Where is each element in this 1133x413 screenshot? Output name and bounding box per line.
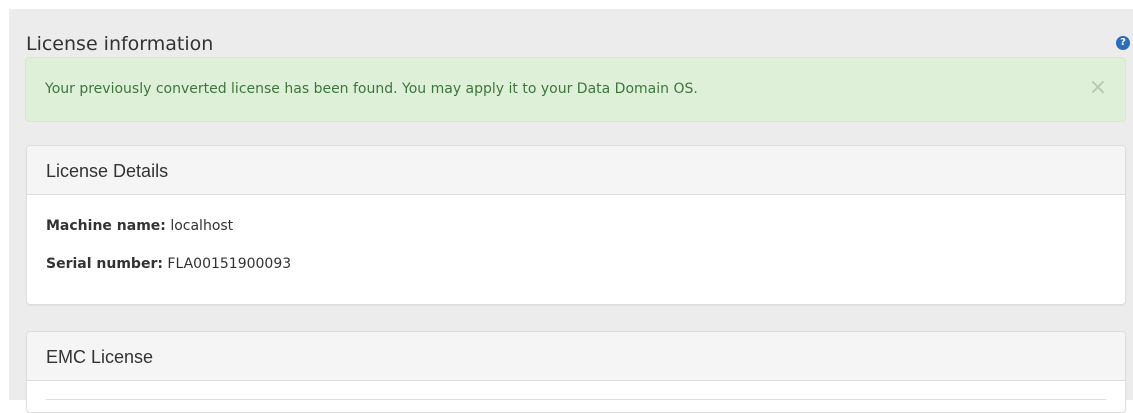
- page-content: License information ? Your previously co…: [9, 9, 1133, 413]
- license-details-panel: License Details Machine name: localhost …: [26, 145, 1126, 305]
- panel-heading: License Details: [27, 146, 1125, 195]
- help-icon[interactable]: ?: [1116, 36, 1130, 50]
- panel-title-emc-license: EMC License: [46, 347, 154, 367]
- emc-license-content: [46, 399, 1106, 412]
- panel-title-license-details: License Details: [46, 161, 169, 181]
- serial-number-row: Serial number: FLA00151900093: [46, 255, 291, 273]
- title-row: License information ?: [26, 31, 1130, 57]
- machine-name-label: Machine name:: [46, 218, 166, 234]
- serial-number-label: Serial number:: [46, 256, 163, 272]
- success-alert: Your previously converted license has be…: [25, 57, 1126, 122]
- machine-name-value: localhost: [170, 218, 234, 234]
- serial-number-value: FLA00151900093: [167, 256, 292, 272]
- emc-license-panel: EMC License: [26, 331, 1126, 413]
- alert-message: Your previously converted license has be…: [45, 81, 698, 97]
- page-title: License information: [26, 33, 214, 55]
- panel-heading: EMC License: [27, 332, 1125, 381]
- close-icon[interactable]: ×: [1089, 77, 1107, 99]
- machine-name-row: Machine name: localhost: [46, 217, 233, 235]
